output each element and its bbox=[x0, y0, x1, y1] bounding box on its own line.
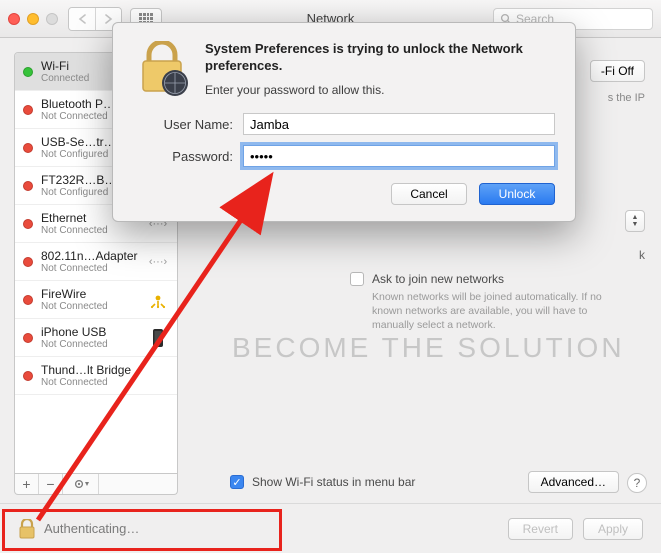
status-dot-icon bbox=[23, 67, 33, 77]
ethernet-icon: ‹···› bbox=[147, 251, 169, 273]
service-list-toolbar: + − bbox=[14, 474, 178, 495]
chevron-up-icon: ▲ bbox=[632, 214, 639, 221]
window-controls bbox=[8, 13, 58, 25]
gear-icon bbox=[73, 478, 89, 490]
service-status: Not Connected bbox=[41, 263, 139, 274]
status-dot-icon bbox=[23, 143, 33, 153]
status-dot-icon bbox=[23, 219, 33, 229]
service-status: Not Connected bbox=[41, 339, 139, 350]
status-dot-icon bbox=[23, 105, 33, 115]
iphone-icon bbox=[147, 327, 169, 349]
status-dot-icon bbox=[23, 371, 33, 381]
service-status: Not Connected bbox=[41, 301, 139, 312]
watermark-text: BECOME THE SOLUTION bbox=[232, 332, 625, 364]
footer: Authenticating… Revert Apply bbox=[0, 503, 661, 553]
zoom-window-button[interactable] bbox=[46, 13, 58, 25]
service-iphone-usb[interactable]: iPhone USB Not Connected bbox=[15, 319, 177, 357]
status-dot-icon bbox=[23, 181, 33, 191]
service-thunderbolt[interactable]: Thund…lt Bridge Not Connected bbox=[15, 357, 177, 395]
username-label: User Name: bbox=[133, 117, 233, 132]
close-window-button[interactable] bbox=[8, 13, 20, 25]
service-name: FireWire bbox=[41, 287, 139, 301]
dialog-heading: System Preferences is trying to unlock t… bbox=[205, 41, 555, 75]
status-dot-icon bbox=[23, 257, 33, 267]
show-menubar-row: ✓ Show Wi-Fi status in menu bar bbox=[230, 475, 415, 489]
network-select[interactable]: ▲▼ bbox=[625, 210, 645, 232]
show-menubar-checkbox[interactable]: ✓ bbox=[230, 475, 244, 489]
lock-badge-icon bbox=[133, 41, 191, 99]
service-80211n[interactable]: 802.11n…Adapter Not Connected ‹···› bbox=[15, 243, 177, 281]
svg-text:‹···›: ‹···› bbox=[149, 256, 168, 268]
back-button[interactable] bbox=[69, 8, 95, 30]
minimize-window-button[interactable] bbox=[27, 13, 39, 25]
service-status: Not Connected bbox=[41, 225, 139, 236]
service-firewire[interactable]: FireWire Not Connected bbox=[15, 281, 177, 319]
remove-service-button[interactable]: − bbox=[39, 474, 63, 494]
unlock-button[interactable]: Unlock bbox=[479, 183, 555, 205]
service-name: iPhone USB bbox=[41, 325, 139, 339]
service-toolbar-spacer bbox=[99, 474, 177, 494]
add-service-button[interactable]: + bbox=[15, 474, 39, 494]
ip-hint-text: s the IP bbox=[608, 92, 645, 104]
service-status: Not Connected bbox=[41, 377, 169, 388]
chevron-down-icon: ▼ bbox=[632, 221, 639, 228]
dialog-subheading: Enter your password to allow this. bbox=[205, 83, 555, 97]
service-actions-button[interactable] bbox=[63, 474, 99, 494]
network-label-right: k bbox=[639, 248, 645, 262]
service-name: Thund…lt Bridge bbox=[41, 363, 169, 377]
password-label: Password: bbox=[133, 149, 233, 164]
help-button[interactable]: ? bbox=[627, 473, 647, 493]
advanced-button[interactable]: Advanced… bbox=[528, 471, 619, 493]
auth-dialog: System Preferences is trying to unlock t… bbox=[112, 22, 576, 222]
status-dot-icon bbox=[23, 295, 33, 305]
ask-to-join-label: Ask to join new networks bbox=[372, 272, 504, 286]
status-dot-icon bbox=[23, 333, 33, 343]
service-name: 802.11n…Adapter bbox=[41, 249, 139, 263]
show-menubar-label: Show Wi-Fi status in menu bar bbox=[252, 475, 415, 489]
known-networks-text: Known networks will be joined automatica… bbox=[372, 290, 632, 333]
password-field[interactable] bbox=[243, 145, 555, 167]
cancel-button[interactable]: Cancel bbox=[391, 183, 467, 205]
firewire-icon bbox=[147, 289, 169, 311]
ask-to-join-row: Ask to join new networks bbox=[350, 272, 632, 286]
ask-to-join-checkbox[interactable] bbox=[350, 272, 364, 286]
username-field[interactable] bbox=[243, 113, 555, 135]
wifi-toggle-button[interactable]: -Fi Off bbox=[590, 60, 645, 82]
apply-button[interactable]: Apply bbox=[583, 518, 643, 540]
revert-button[interactable]: Revert bbox=[508, 518, 573, 540]
annotation-highlight bbox=[2, 509, 282, 551]
